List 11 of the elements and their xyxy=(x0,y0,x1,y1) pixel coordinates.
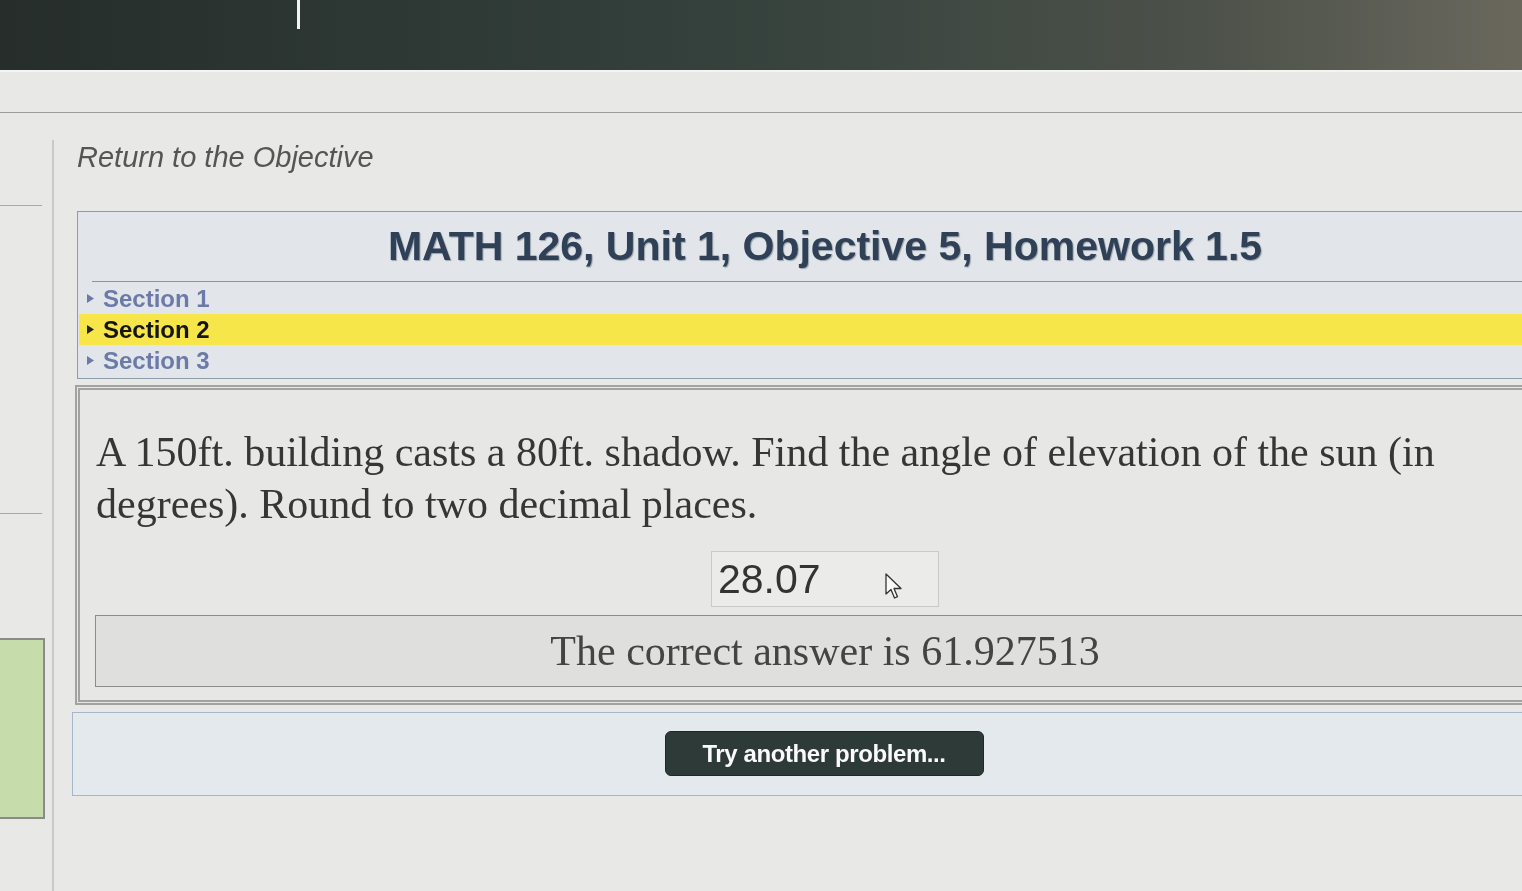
return-link[interactable]: Return to the Objective xyxy=(77,140,374,174)
triangle-icon xyxy=(87,356,94,365)
question-text: A 150ft. building casts a 80ft. shadow. Find the angle of elevation of the sun (in degrees). Round to two decimal places. xyxy=(96,428,1436,529)
try-another-button[interactable]: Try another problem... xyxy=(664,731,984,776)
homework-title: MATH 126, Unit 1, Objective 5, Homework 1.5 xyxy=(386,222,1264,271)
answer-field[interactable]: 28.07 xyxy=(711,551,939,607)
cursor-icon xyxy=(885,573,903,599)
section-link[interactable]: Section 2 xyxy=(79,314,1522,345)
feedback-text: The correct answer is 61.927513 xyxy=(550,627,1100,675)
triangle-icon xyxy=(87,294,94,303)
triangle-icon xyxy=(87,325,94,334)
